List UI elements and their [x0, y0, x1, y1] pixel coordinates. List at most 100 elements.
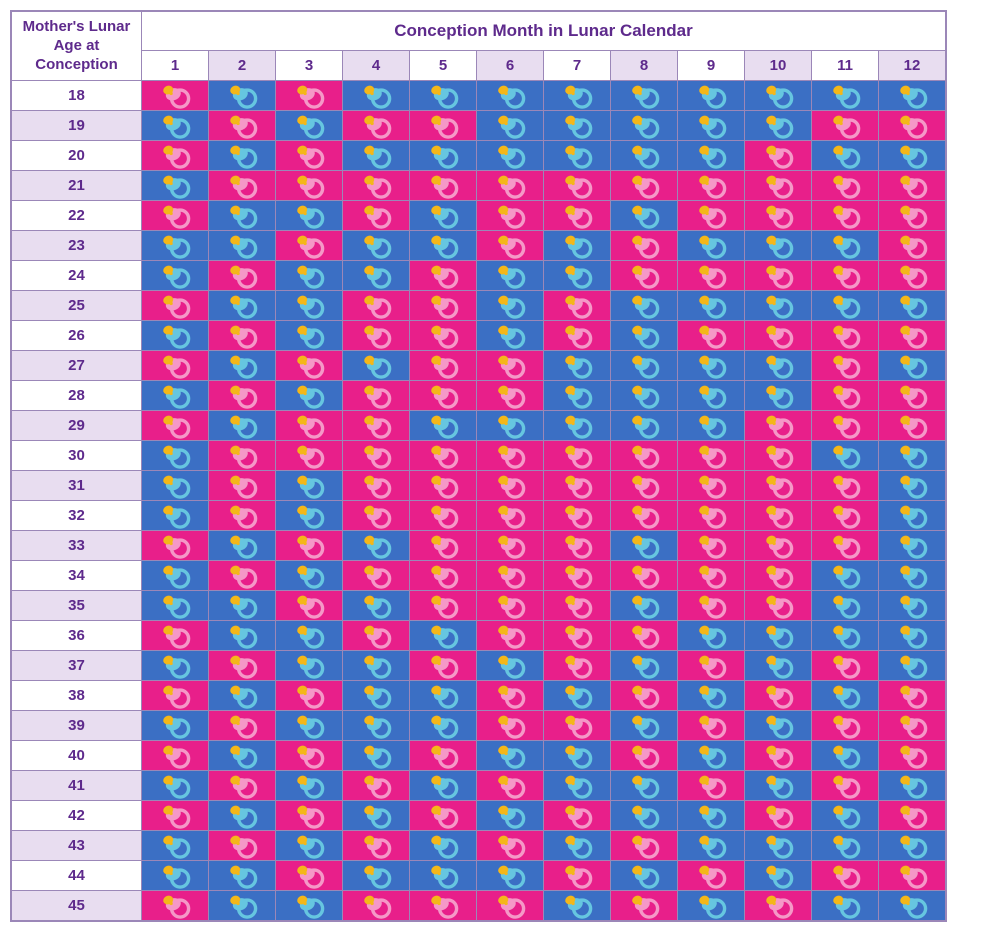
prediction-cell: [812, 801, 879, 831]
prediction-cell: [745, 531, 812, 561]
prediction-cell: [745, 681, 812, 711]
prediction-cell: [142, 81, 209, 111]
pacifier-girl-icon: [292, 533, 326, 559]
pacifier-boy-icon: [627, 383, 661, 409]
pacifier-boy-icon: [158, 233, 192, 259]
pacifier-girl-icon: [694, 473, 728, 499]
pacifier-girl-icon: [292, 233, 326, 259]
pacifier-girl-icon: [761, 893, 795, 919]
prediction-cell: [410, 771, 477, 801]
pacifier-boy-icon: [627, 143, 661, 169]
prediction-cell: [879, 141, 946, 171]
age-cell: 44: [12, 861, 142, 891]
pacifier-boy-icon: [828, 683, 862, 709]
prediction-cell: [678, 651, 745, 681]
prediction-cell: [276, 801, 343, 831]
age-cell: 29: [12, 411, 142, 441]
prediction-cell: [812, 561, 879, 591]
prediction-cell: [209, 651, 276, 681]
pacifier-boy-icon: [225, 893, 259, 919]
pacifier-girl-icon: [761, 533, 795, 559]
prediction-cell: [209, 261, 276, 291]
prediction-cell: [812, 771, 879, 801]
pacifier-boy-icon: [292, 833, 326, 859]
pacifier-girl-icon: [560, 293, 594, 319]
pacifier-boy-icon: [694, 143, 728, 169]
table-row: 41: [12, 771, 946, 801]
prediction-cell: [276, 141, 343, 171]
pacifier-girl-icon: [761, 443, 795, 469]
pacifier-boy-icon: [493, 743, 527, 769]
prediction-cell: [812, 531, 879, 561]
pacifier-boy-icon: [158, 863, 192, 889]
pacifier-girl-icon: [426, 593, 460, 619]
table-row: 38: [12, 681, 946, 711]
prediction-cell: [544, 801, 611, 831]
pacifier-boy-icon: [761, 353, 795, 379]
prediction-cell: [410, 81, 477, 111]
age-cell: 33: [12, 531, 142, 561]
prediction-cell: [812, 261, 879, 291]
pacifier-girl-icon: [694, 563, 728, 589]
pacifier-girl-icon: [761, 323, 795, 349]
pacifier-girl-icon: [493, 833, 527, 859]
pacifier-boy-icon: [895, 623, 929, 649]
pacifier-girl-icon: [158, 893, 192, 919]
pacifier-boy-icon: [225, 683, 259, 709]
pacifier-boy-icon: [560, 353, 594, 379]
prediction-cell: [611, 201, 678, 231]
pacifier-boy-icon: [694, 293, 728, 319]
prediction-cell: [142, 321, 209, 351]
table-row: 21: [12, 171, 946, 201]
prediction-cell: [879, 861, 946, 891]
prediction-cell: [678, 501, 745, 531]
pacifier-girl-icon: [828, 413, 862, 439]
prediction-cell: [879, 681, 946, 711]
pacifier-girl-icon: [493, 713, 527, 739]
prediction-cell: [477, 171, 544, 201]
pacifier-boy-icon: [225, 233, 259, 259]
prediction-cell: [745, 261, 812, 291]
prediction-cell: [477, 141, 544, 171]
prediction-cell: [745, 591, 812, 621]
pacifier-boy-icon: [359, 713, 393, 739]
prediction-cell: [209, 621, 276, 651]
prediction-cell: [544, 291, 611, 321]
prediction-cell: [477, 81, 544, 111]
prediction-cell: [678, 321, 745, 351]
pacifier-boy-icon: [560, 743, 594, 769]
pacifier-boy-icon: [292, 563, 326, 589]
table-row: 36: [12, 621, 946, 651]
pacifier-girl-icon: [560, 443, 594, 469]
prediction-cell: [343, 711, 410, 741]
prediction-cell: [812, 891, 879, 921]
pacifier-boy-icon: [426, 683, 460, 709]
pacifier-girl-icon: [828, 713, 862, 739]
pacifier-girl-icon: [895, 173, 929, 199]
prediction-cell: [276, 351, 343, 381]
pacifier-boy-icon: [158, 773, 192, 799]
pacifier-boy-icon: [560, 83, 594, 109]
pacifier-girl-icon: [895, 713, 929, 739]
age-cell: 36: [12, 621, 142, 651]
pacifier-boy-icon: [895, 293, 929, 319]
prediction-cell: [410, 681, 477, 711]
prediction-cell: [276, 171, 343, 201]
prediction-cell: [410, 201, 477, 231]
prediction-cell: [745, 81, 812, 111]
prediction-cell: [745, 891, 812, 921]
prediction-cell: [544, 831, 611, 861]
month-col-header: 6: [477, 51, 544, 81]
pacifier-girl-icon: [761, 563, 795, 589]
prediction-cell: [142, 681, 209, 711]
table-row: 35: [12, 591, 946, 621]
prediction-cell: [879, 891, 946, 921]
pacifier-girl-icon: [828, 173, 862, 199]
prediction-cell: [276, 831, 343, 861]
pacifier-girl-icon: [694, 323, 728, 349]
pacifier-girl-icon: [627, 623, 661, 649]
pacifier-boy-icon: [292, 893, 326, 919]
prediction-cell: [142, 531, 209, 561]
prediction-cell: [410, 381, 477, 411]
prediction-cell: [142, 741, 209, 771]
